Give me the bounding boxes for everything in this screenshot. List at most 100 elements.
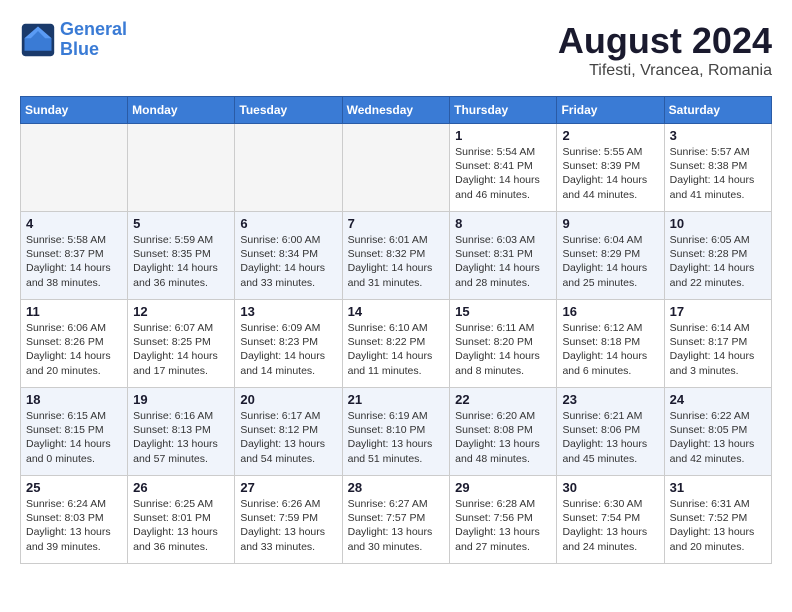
page-header: General Blue August 2024 Tifesti, Vrance… [20, 20, 772, 80]
day-number: 17 [670, 304, 766, 319]
day-info: Sunrise: 6:06 AMSunset: 8:26 PMDaylight:… [26, 321, 122, 378]
day-number: 8 [455, 216, 551, 231]
day-number: 27 [240, 480, 336, 495]
weekday-header-row: SundayMondayTuesdayWednesdayThursdayFrid… [21, 97, 772, 124]
calendar-day-cell: 11 Sunrise: 6:06 AMSunset: 8:26 PMDayligh… [21, 300, 128, 388]
calendar-day-cell [342, 124, 450, 212]
day-number: 2 [562, 128, 658, 143]
calendar-day-cell: 16 Sunrise: 6:12 AMSunset: 8:18 PMDayligh… [557, 300, 664, 388]
calendar-day-cell: 27 Sunrise: 6:26 AMSunset: 7:59 PMDayligh… [235, 476, 342, 564]
calendar-day-cell: 4 Sunrise: 5:58 AMSunset: 8:37 PMDaylight… [21, 212, 128, 300]
day-info: Sunrise: 6:26 AMSunset: 7:59 PMDaylight:… [240, 497, 336, 554]
calendar-day-cell: 29 Sunrise: 6:28 AMSunset: 7:56 PMDayligh… [450, 476, 557, 564]
day-info: Sunrise: 6:16 AMSunset: 8:13 PMDaylight:… [133, 409, 229, 466]
calendar-day-cell: 2 Sunrise: 5:55 AMSunset: 8:39 PMDaylight… [557, 124, 664, 212]
page-subtitle: Tifesti, Vrancea, Romania [558, 62, 772, 80]
day-info: Sunrise: 6:30 AMSunset: 7:54 PMDaylight:… [562, 497, 658, 554]
day-number: 29 [455, 480, 551, 495]
day-info: Sunrise: 5:54 AMSunset: 8:41 PMDaylight:… [455, 145, 551, 202]
day-info: Sunrise: 6:17 AMSunset: 8:12 PMDaylight:… [240, 409, 336, 466]
day-number: 6 [240, 216, 336, 231]
day-info: Sunrise: 6:12 AMSunset: 8:18 PMDaylight:… [562, 321, 658, 378]
day-number: 13 [240, 304, 336, 319]
page-title: August 2024 [558, 20, 772, 62]
day-info: Sunrise: 6:19 AMSunset: 8:10 PMDaylight:… [348, 409, 445, 466]
day-info: Sunrise: 6:14 AMSunset: 8:17 PMDaylight:… [670, 321, 766, 378]
day-info: Sunrise: 6:24 AMSunset: 8:03 PMDaylight:… [26, 497, 122, 554]
logo: General Blue [20, 20, 127, 60]
day-info: Sunrise: 6:21 AMSunset: 8:06 PMDaylight:… [562, 409, 658, 466]
logo-line1: General [60, 19, 127, 39]
day-info: Sunrise: 5:55 AMSunset: 8:39 PMDaylight:… [562, 145, 658, 202]
day-number: 12 [133, 304, 229, 319]
day-number: 11 [26, 304, 122, 319]
calendar-day-cell: 20 Sunrise: 6:17 AMSunset: 8:12 PMDayligh… [235, 388, 342, 476]
calendar-week-row: 11 Sunrise: 6:06 AMSunset: 8:26 PMDayligh… [21, 300, 772, 388]
day-info: Sunrise: 6:00 AMSunset: 8:34 PMDaylight:… [240, 233, 336, 290]
day-number: 18 [26, 392, 122, 407]
calendar-day-cell [235, 124, 342, 212]
calendar-day-cell: 26 Sunrise: 6:25 AMSunset: 8:01 PMDayligh… [128, 476, 235, 564]
calendar-day-cell: 13Sunrise: 6:09 AMSunset: 8:23 PMDayligh… [235, 300, 342, 388]
calendar-week-row: 25Sunrise: 6:24 AMSunset: 8:03 PMDayligh… [21, 476, 772, 564]
calendar-day-cell [128, 124, 235, 212]
logo-line2: Blue [60, 39, 99, 59]
day-number: 24 [670, 392, 766, 407]
day-info: Sunrise: 6:10 AMSunset: 8:22 PMDaylight:… [348, 321, 445, 378]
weekday-header: Monday [128, 97, 235, 124]
day-number: 15 [455, 304, 551, 319]
calendar-week-row: 1Sunrise: 5:54 AMSunset: 8:41 PMDaylight… [21, 124, 772, 212]
calendar-week-row: 18Sunrise: 6:15 AMSunset: 8:15 PMDayligh… [21, 388, 772, 476]
day-number: 7 [348, 216, 445, 231]
day-number: 3 [670, 128, 766, 143]
day-number: 10 [670, 216, 766, 231]
day-info: Sunrise: 6:01 AMSunset: 8:32 PMDaylight:… [348, 233, 445, 290]
day-number: 20 [240, 392, 336, 407]
calendar-day-cell: 12 Sunrise: 6:07 AMSunset: 8:25 PMDayligh… [128, 300, 235, 388]
title-block: August 2024 Tifesti, Vrancea, Romania [558, 20, 772, 80]
calendar-day-cell [21, 124, 128, 212]
day-number: 28 [348, 480, 445, 495]
day-number: 16 [562, 304, 658, 319]
calendar-day-cell: 19Sunrise: 6:16 AMSunset: 8:13 PMDayligh… [128, 388, 235, 476]
calendar-day-cell: 5 Sunrise: 5:59 AMSunset: 8:35 PMDaylight… [128, 212, 235, 300]
day-number: 26 [133, 480, 229, 495]
calendar-day-cell: 7 Sunrise: 6:01 AMSunset: 8:32 PMDaylight… [342, 212, 450, 300]
calendar-day-cell: 14 Sunrise: 6:10 AMSunset: 8:22 PMDayligh… [342, 300, 450, 388]
day-info: Sunrise: 6:27 AMSunset: 7:57 PMDaylight:… [348, 497, 445, 554]
day-info: Sunrise: 5:58 AMSunset: 8:37 PMDaylight:… [26, 233, 122, 290]
day-number: 22 [455, 392, 551, 407]
day-info: Sunrise: 6:03 AMSunset: 8:31 PMDaylight:… [455, 233, 551, 290]
calendar-day-cell: 15Sunrise: 6:11 AMSunset: 8:20 PMDayligh… [450, 300, 557, 388]
day-number: 30 [562, 480, 658, 495]
weekday-header: Thursday [450, 97, 557, 124]
day-number: 4 [26, 216, 122, 231]
day-number: 31 [670, 480, 766, 495]
day-info: Sunrise: 5:59 AMSunset: 8:35 PMDaylight:… [133, 233, 229, 290]
weekday-header: Wednesday [342, 97, 450, 124]
weekday-header: Sunday [21, 97, 128, 124]
calendar-day-cell: 25Sunrise: 6:24 AMSunset: 8:03 PMDayligh… [21, 476, 128, 564]
calendar-day-cell: 18Sunrise: 6:15 AMSunset: 8:15 PMDayligh… [21, 388, 128, 476]
day-info: Sunrise: 5:57 AMSunset: 8:38 PMDaylight:… [670, 145, 766, 202]
day-number: 5 [133, 216, 229, 231]
calendar-day-cell: 24Sunrise: 6:22 AMSunset: 8:05 PMDayligh… [664, 388, 771, 476]
calendar-day-cell: 6 Sunrise: 6:00 AMSunset: 8:34 PMDaylight… [235, 212, 342, 300]
day-info: Sunrise: 6:28 AMSunset: 7:56 PMDaylight:… [455, 497, 551, 554]
day-number: 14 [348, 304, 445, 319]
calendar-day-cell: 21 Sunrise: 6:19 AMSunset: 8:10 PMDayligh… [342, 388, 450, 476]
day-number: 21 [348, 392, 445, 407]
day-info: Sunrise: 6:25 AMSunset: 8:01 PMDaylight:… [133, 497, 229, 554]
calendar-day-cell: 22Sunrise: 6:20 AMSunset: 8:08 PMDayligh… [450, 388, 557, 476]
day-info: Sunrise: 6:07 AMSunset: 8:25 PMDaylight:… [133, 321, 229, 378]
day-number: 23 [562, 392, 658, 407]
calendar-day-cell: 8 Sunrise: 6:03 AMSunset: 8:31 PMDaylight… [450, 212, 557, 300]
weekday-header: Tuesday [235, 97, 342, 124]
day-info: Sunrise: 6:31 AMSunset: 7:52 PMDaylight:… [670, 497, 766, 554]
day-info: Sunrise: 6:04 AMSunset: 8:29 PMDaylight:… [562, 233, 658, 290]
logo-text: General Blue [60, 20, 127, 60]
weekday-header: Saturday [664, 97, 771, 124]
calendar-day-cell: 10Sunrise: 6:05 AMSunset: 8:28 PMDayligh… [664, 212, 771, 300]
calendar-day-cell: 3 Sunrise: 5:57 AMSunset: 8:38 PMDaylight… [664, 124, 771, 212]
calendar-day-cell: 1Sunrise: 5:54 AMSunset: 8:41 PMDaylight… [450, 124, 557, 212]
